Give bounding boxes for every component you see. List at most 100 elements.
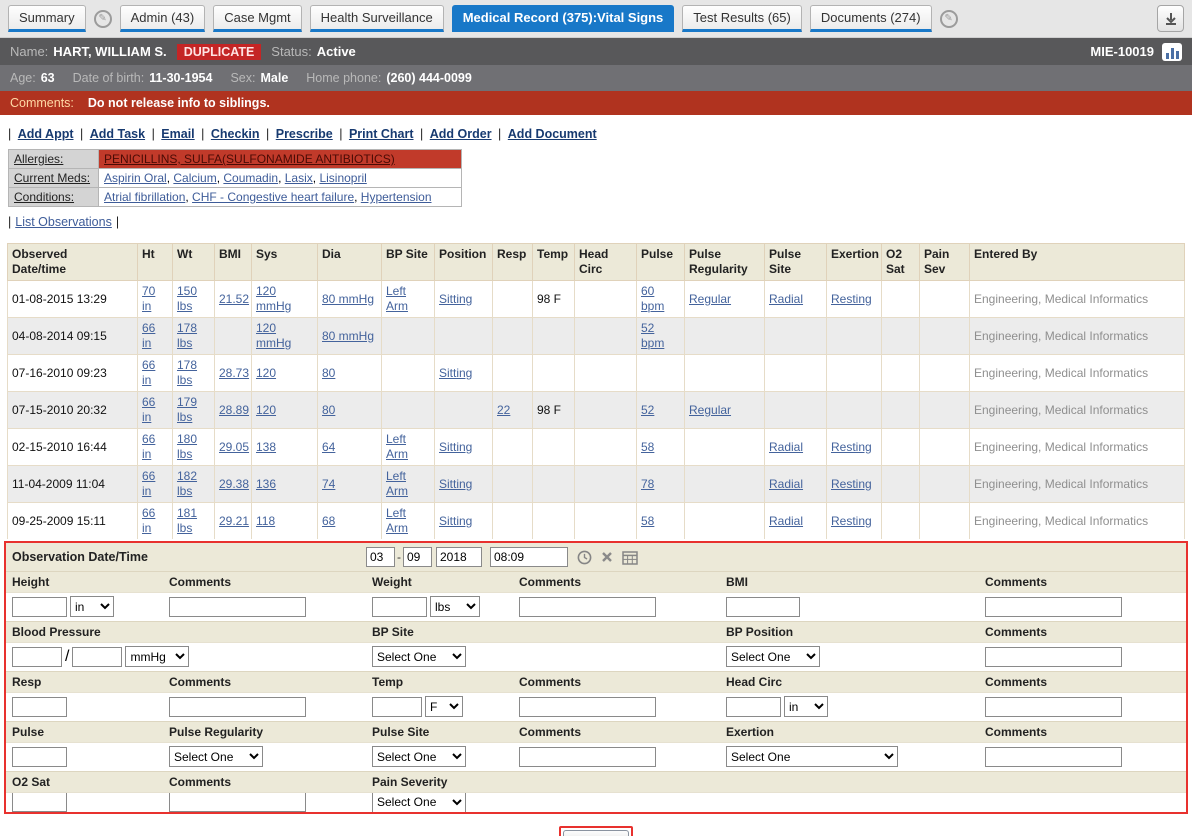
download-button[interactable]: [1157, 5, 1184, 32]
action-link-add-order[interactable]: Add Order: [430, 127, 492, 141]
head-circ-comments-input[interactable]: [985, 697, 1122, 717]
vitals-value-link[interactable]: 74: [322, 477, 335, 491]
resp-input[interactable]: [12, 697, 67, 717]
vitals-value-link[interactable]: 28.89: [219, 403, 249, 417]
vitals-value-link[interactable]: 29.21: [219, 514, 249, 528]
action-link-add-document[interactable]: Add Document: [508, 127, 597, 141]
vitals-value-link[interactable]: Resting: [831, 292, 872, 306]
weight-unit-select[interactable]: lbs: [430, 596, 480, 617]
list-observations-link[interactable]: List Observations: [15, 215, 112, 229]
vitals-value-link[interactable]: 120: [256, 366, 276, 380]
vitals-value-link[interactable]: 138: [256, 440, 276, 454]
condition-link[interactable]: CHF - Congestive heart failure: [192, 190, 354, 204]
vitals-value-link[interactable]: 29.05: [219, 440, 249, 454]
vitals-value-link[interactable]: Sitting: [439, 292, 472, 306]
temp-unit-select[interactable]: F: [425, 696, 463, 717]
tab-documents[interactable]: Documents (274): [810, 5, 932, 32]
o2-sat-input[interactable]: [12, 793, 67, 812]
exertion-select[interactable]: Select One: [726, 746, 898, 767]
vitals-value-link[interactable]: 66 in: [142, 395, 155, 424]
allergy-link[interactable]: PENICILLINS, SULFA(SULFONAMIDE ANTIBIOTI…: [104, 152, 395, 166]
vitals-value-link[interactable]: 66 in: [142, 432, 155, 461]
vitals-value-link[interactable]: 60 bpm: [641, 284, 664, 313]
vitals-value-link[interactable]: 28.73: [219, 366, 249, 380]
vitals-value-link[interactable]: Left Arm: [386, 506, 408, 535]
vitals-value-link[interactable]: Regular: [689, 292, 731, 306]
weight-comments-input[interactable]: [519, 597, 656, 617]
vitals-value-link[interactable]: 182 lbs: [177, 469, 197, 498]
vitals-value-link[interactable]: 178 lbs: [177, 358, 197, 387]
vitals-value-link[interactable]: 29.38: [219, 477, 249, 491]
vitals-value-link[interactable]: Sitting: [439, 366, 472, 380]
vitals-value-link[interactable]: Regular: [689, 403, 731, 417]
condition-link[interactable]: Atrial fibrillation: [104, 190, 185, 204]
condition-link[interactable]: Hypertension: [361, 190, 432, 204]
action-link-email[interactable]: Email: [161, 127, 194, 141]
vitals-value-link[interactable]: 66 in: [142, 506, 155, 535]
conditions-label-link[interactable]: Conditions:: [14, 190, 74, 204]
pulse-input[interactable]: [12, 747, 67, 767]
vitals-value-link[interactable]: Resting: [831, 514, 872, 528]
allergies-label-link[interactable]: Allergies:: [14, 152, 63, 166]
pulse-regularity-select[interactable]: Select One: [169, 746, 263, 767]
vitals-value-link[interactable]: 68: [322, 514, 335, 528]
vitals-value-link[interactable]: 52: [641, 403, 654, 417]
clock-icon[interactable]: [577, 550, 592, 565]
temp-comments-input[interactable]: [519, 697, 656, 717]
tab-case-mgmt[interactable]: Case Mgmt: [213, 5, 301, 32]
tab-summary[interactable]: Summary: [8, 5, 86, 32]
head-circ-unit-select[interactable]: in: [784, 696, 828, 717]
tab-test-results[interactable]: Test Results (65): [682, 5, 802, 32]
tab-health-surveillance[interactable]: Health Surveillance: [310, 5, 444, 32]
vitals-value-link[interactable]: 58: [641, 440, 654, 454]
pain-severity-select[interactable]: Select One: [372, 793, 466, 812]
pulse-site-select[interactable]: Select One: [372, 746, 466, 767]
vitals-value-link[interactable]: 136: [256, 477, 276, 491]
vitals-value-link[interactable]: 180 lbs: [177, 432, 197, 461]
height-input[interactable]: [12, 597, 67, 617]
bp-unit-select[interactable]: mmHg: [125, 646, 189, 667]
pulse-comments-input[interactable]: [519, 747, 656, 767]
vitals-value-link[interactable]: 66 in: [142, 321, 155, 350]
calendar-icon[interactable]: [622, 550, 638, 565]
chart-graph-icon[interactable]: [1162, 43, 1182, 61]
vitals-value-link[interactable]: 181 lbs: [177, 506, 197, 535]
vitals-value-link[interactable]: 58: [641, 514, 654, 528]
clear-icon[interactable]: [601, 551, 613, 563]
vitals-value-link[interactable]: Left Arm: [386, 432, 408, 461]
action-link-add-appt[interactable]: Add Appt: [18, 127, 74, 141]
vitals-value-link[interactable]: 120: [256, 403, 276, 417]
tab-admin[interactable]: Admin (43): [120, 5, 206, 32]
medication-link[interactable]: Calcium: [173, 171, 216, 185]
bp-site-select[interactable]: Select One: [372, 646, 466, 667]
obs-month-input[interactable]: [366, 547, 395, 567]
vitals-value-link[interactable]: Radial: [769, 292, 803, 306]
action-link-add-task[interactable]: Add Task: [90, 127, 145, 141]
medication-link[interactable]: Lisinopril: [319, 171, 366, 185]
vitals-value-link[interactable]: Sitting: [439, 477, 472, 491]
obs-year-input[interactable]: [436, 547, 482, 567]
vitals-value-link[interactable]: 80 mmHg: [322, 292, 374, 306]
edit-circle-icon[interactable]: ✎: [940, 10, 958, 28]
submit-button[interactable]: Submit: [563, 830, 629, 836]
vitals-value-link[interactable]: 80: [322, 403, 335, 417]
vitals-value-link[interactable]: 178 lbs: [177, 321, 197, 350]
o2-sat-comments-input[interactable]: [169, 793, 306, 812]
vitals-table-container[interactable]: Observed Date/timeHtWtBMISysDiaBP SitePo…: [7, 243, 1185, 539]
edit-circle-icon[interactable]: ✎: [94, 10, 112, 28]
bp-comments-input[interactable]: [985, 647, 1122, 667]
vitals-value-link[interactable]: Sitting: [439, 514, 472, 528]
vitals-value-link[interactable]: Left Arm: [386, 469, 408, 498]
tab-medical-record-vital-signs[interactable]: Medical Record (375):Vital Signs: [452, 5, 675, 32]
medication-link[interactable]: Coumadin: [223, 171, 278, 185]
vitals-value-link[interactable]: Left Arm: [386, 284, 408, 313]
vitals-value-link[interactable]: 52 bpm: [641, 321, 664, 350]
vitals-value-link[interactable]: Radial: [769, 440, 803, 454]
obs-day-input[interactable]: [403, 547, 432, 567]
vitals-value-link[interactable]: Resting: [831, 477, 872, 491]
vitals-value-link[interactable]: 80: [322, 366, 335, 380]
bmi-input[interactable]: [726, 597, 800, 617]
medication-link[interactable]: Aspirin Oral: [104, 171, 167, 185]
current-meds-label-link[interactable]: Current Meds:: [14, 171, 90, 185]
bmi-comments-input[interactable]: [985, 597, 1122, 617]
